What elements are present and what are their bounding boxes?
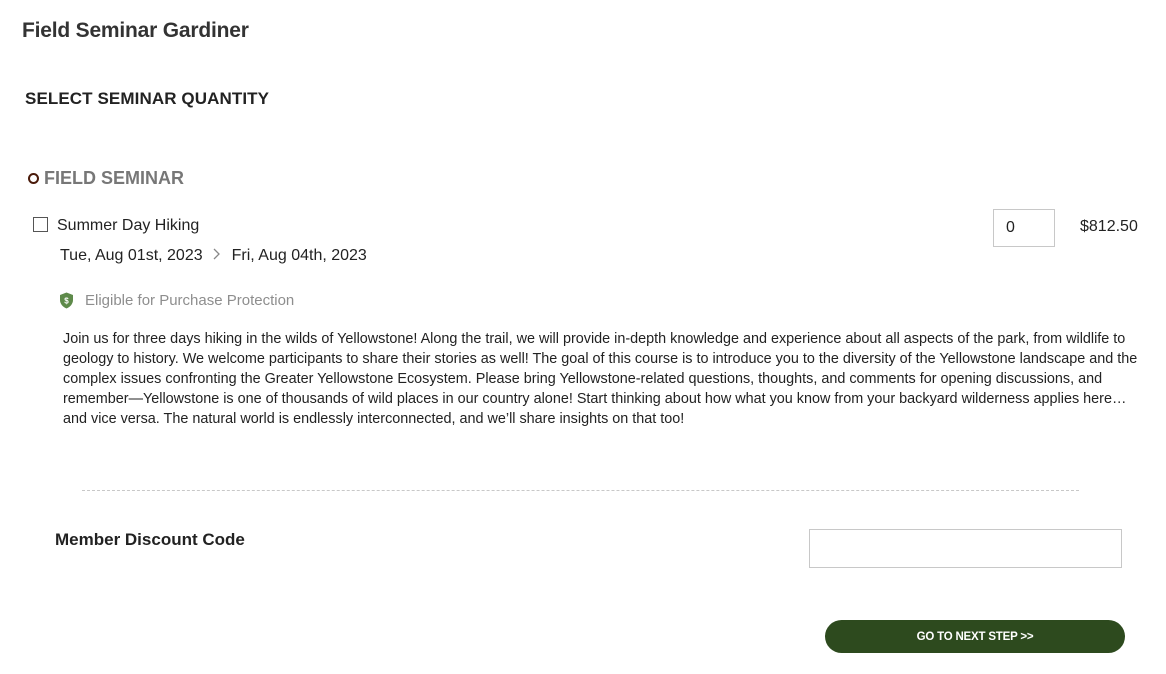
svg-text:$: $ — [64, 297, 69, 306]
next-step-button[interactable]: GO TO NEXT STEP >> — [825, 620, 1125, 653]
bullet-circle-icon — [28, 173, 39, 184]
category-header: FIELD SEMINAR — [28, 168, 184, 189]
end-date: Fri, Aug 04th, 2023 — [231, 247, 367, 264]
item-price: $812.50 — [1080, 218, 1138, 235]
page-title: Field Seminar Gardiner — [22, 19, 249, 42]
category-label: FIELD SEMINAR — [44, 168, 185, 188]
discount-label: Member Discount Code — [55, 530, 245, 549]
start-date: Tue, Aug 01st, 2023 — [60, 247, 203, 264]
section-heading: SELECT SEMINAR QUANTITY — [25, 89, 270, 108]
item-dates: Tue, Aug 01st, 2023 Fri, Aug 04th, 2023 — [60, 247, 367, 265]
chevron-right-icon — [213, 247, 220, 265]
item-checkbox[interactable] — [33, 217, 48, 232]
booking-page: Field Seminar Gardiner SELECT SEMINAR QU… — [0, 0, 1166, 674]
purchase-protection: $ Eligible for Purchase Protection — [59, 292, 294, 309]
discount-code-input[interactable] — [809, 529, 1122, 568]
shield-dollar-icon: $ — [59, 292, 74, 309]
item-name: Summer Day Hiking — [57, 217, 200, 234]
protection-label: Eligible for Purchase Protection — [85, 292, 295, 309]
item-description: Join us for three days hiking in the wil… — [63, 331, 1138, 427]
divider — [82, 490, 1079, 491]
quantity-input[interactable] — [993, 209, 1055, 247]
